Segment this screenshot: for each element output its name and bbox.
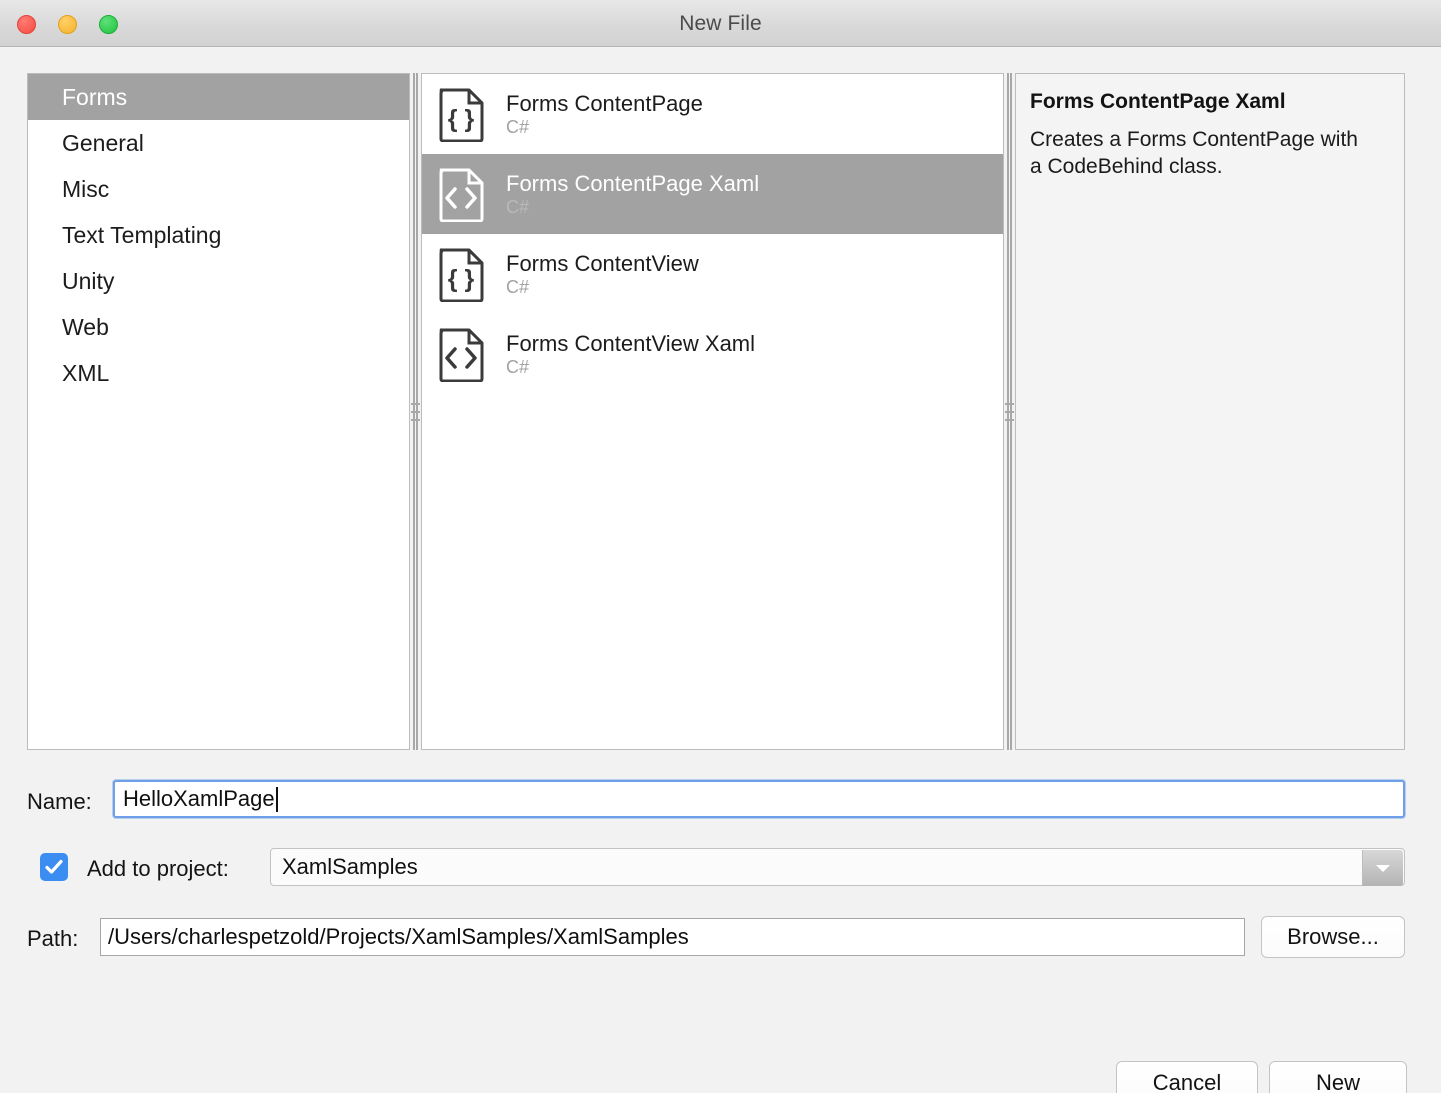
- category-item-misc[interactable]: Misc: [28, 166, 409, 212]
- splitter-grip: [1005, 403, 1014, 426]
- add-to-project-label: Add to project:: [87, 856, 229, 881]
- angle-brackets-document-icon: [437, 167, 485, 222]
- new-file-dialog: New File Forms General Misc Text Templat…: [0, 0, 1441, 1093]
- name-input[interactable]: HelloXamlPage: [113, 780, 1405, 818]
- template-text: Forms ContentPage C#: [506, 90, 703, 137]
- svg-text:{ }: { }: [448, 265, 475, 293]
- category-item-xml[interactable]: XML: [28, 350, 409, 396]
- category-label: Unity: [62, 268, 115, 294]
- pane-splitter-right[interactable]: [1004, 73, 1015, 750]
- path-label: Path:: [27, 926, 79, 951]
- template-text: Forms ContentPage Xaml C#: [506, 170, 760, 217]
- new-button[interactable]: New: [1269, 1061, 1407, 1093]
- template-details-panel: Forms ContentPage Xaml Creates a Forms C…: [1015, 73, 1405, 750]
- braces-document-icon: { }: [437, 87, 485, 142]
- category-label: Text Templating: [62, 222, 222, 248]
- pane-splitter-left[interactable]: [410, 73, 421, 750]
- template-language: C#: [506, 276, 530, 297]
- template-item-forms-contentpage[interactable]: { } Forms ContentPage C#: [422, 74, 1003, 154]
- chevron-down-icon[interactable]: [1362, 850, 1403, 886]
- path-input-value: /Users/charlespetzold/Projects/XamlSampl…: [108, 924, 689, 949]
- name-label: Name:: [27, 789, 92, 814]
- template-text: Forms ContentView Xaml C#: [506, 330, 756, 377]
- category-list: Forms General Misc Text Templating Unity…: [27, 73, 410, 750]
- browse-button[interactable]: Browse...: [1261, 916, 1405, 958]
- category-item-web[interactable]: Web: [28, 304, 409, 350]
- template-item-forms-contentpage-xaml[interactable]: Forms ContentPage Xaml C#: [422, 154, 1003, 234]
- category-item-text-templating[interactable]: Text Templating: [28, 212, 409, 258]
- text-caret: [275, 786, 278, 812]
- window-title: New File: [679, 12, 762, 35]
- category-label: Web: [62, 314, 109, 340]
- check-icon: [45, 859, 63, 874]
- project-select-value: XamlSamples: [282, 854, 418, 879]
- category-item-unity[interactable]: Unity: [28, 258, 409, 304]
- category-label: General: [62, 130, 144, 156]
- category-label: Misc: [62, 176, 110, 202]
- template-name: Forms ContentPage Xaml: [506, 170, 760, 196]
- template-item-forms-contentview-xaml[interactable]: Forms ContentView Xaml C#: [422, 314, 1003, 394]
- template-name: Forms ContentPage: [506, 90, 703, 116]
- template-language: C#: [506, 196, 530, 217]
- template-text: Forms ContentView C#: [506, 250, 699, 297]
- braces-document-icon: { }: [437, 247, 485, 302]
- titlebar: New File: [0, 0, 1441, 47]
- template-language: C#: [506, 356, 530, 377]
- svg-text:{ }: { }: [448, 105, 475, 133]
- category-item-general[interactable]: General: [28, 120, 409, 166]
- category-item-forms[interactable]: Forms: [28, 74, 409, 120]
- template-name: Forms ContentView: [506, 250, 699, 276]
- project-select[interactable]: XamlSamples: [270, 848, 1405, 886]
- angle-brackets-document-icon: [437, 327, 485, 382]
- category-label: Forms: [62, 84, 128, 110]
- splitter-grip: [411, 403, 420, 426]
- template-item-forms-contentview[interactable]: { } Forms ContentView C#: [422, 234, 1003, 314]
- path-input[interactable]: /Users/charlespetzold/Projects/XamlSampl…: [100, 918, 1245, 956]
- dialog-body: Forms General Misc Text Templating Unity…: [0, 47, 1441, 1093]
- template-name: Forms ContentView Xaml: [506, 330, 756, 356]
- details-title: Forms ContentPage Xaml: [1030, 90, 1286, 113]
- details-description: Creates a Forms ContentPage with a CodeB…: [1030, 128, 1358, 178]
- category-label: XML: [62, 360, 110, 386]
- template-language: C#: [506, 116, 530, 137]
- cancel-button[interactable]: Cancel: [1116, 1061, 1258, 1093]
- template-list: { } Forms ContentPage C# Forms ContentPa…: [421, 73, 1004, 750]
- name-input-value: HelloXamlPage: [123, 786, 275, 811]
- add-to-project-checkbox[interactable]: [40, 853, 68, 881]
